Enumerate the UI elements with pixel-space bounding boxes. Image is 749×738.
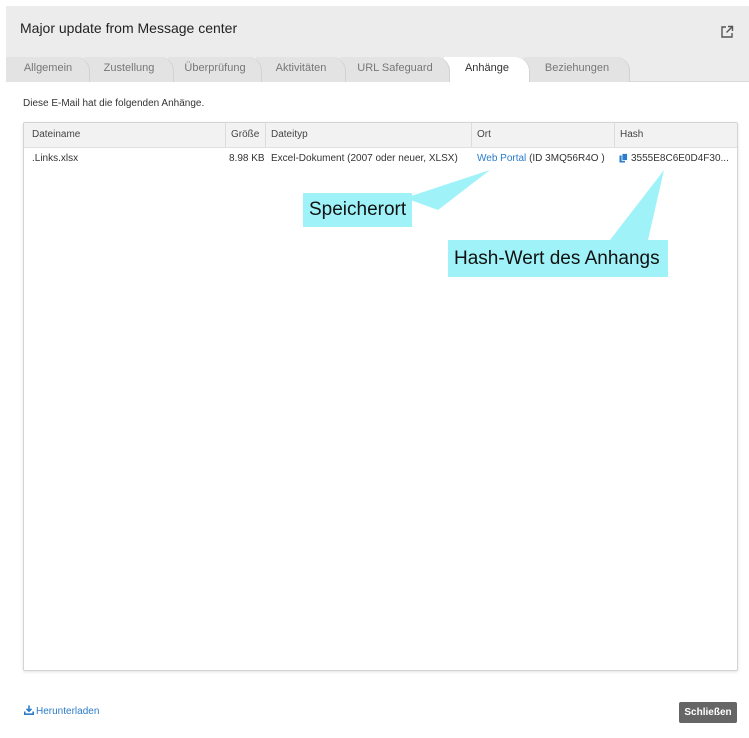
- callout-pointers: [405, 170, 664, 240]
- tab-allgemein[interactable]: Allgemein: [6, 57, 90, 82]
- tab-beziehungen[interactable]: Beziehungen: [524, 57, 630, 82]
- download-label: Herunterladen: [36, 706, 100, 717]
- tab-url-safeguard[interactable]: URL Safeguard: [340, 57, 450, 82]
- close-button[interactable]: Schließen: [679, 702, 737, 723]
- tab-aktivitaeten[interactable]: Aktivitäten: [256, 57, 346, 82]
- tab-zustellung[interactable]: Zustellung: [84, 57, 174, 82]
- tab-anhaenge[interactable]: Anhänge: [444, 57, 530, 82]
- download-link[interactable]: Herunterladen: [24, 705, 99, 717]
- download-icon: [24, 705, 34, 715]
- callout-location: Speicherort: [303, 193, 413, 227]
- tab-ueberpruefung[interactable]: Überprüfung: [168, 57, 262, 82]
- callout-hash: Hash-Wert des Anhangs: [448, 240, 668, 277]
- callout-pointer-location: [405, 170, 490, 210]
- callout-pointer-hash: [610, 170, 664, 240]
